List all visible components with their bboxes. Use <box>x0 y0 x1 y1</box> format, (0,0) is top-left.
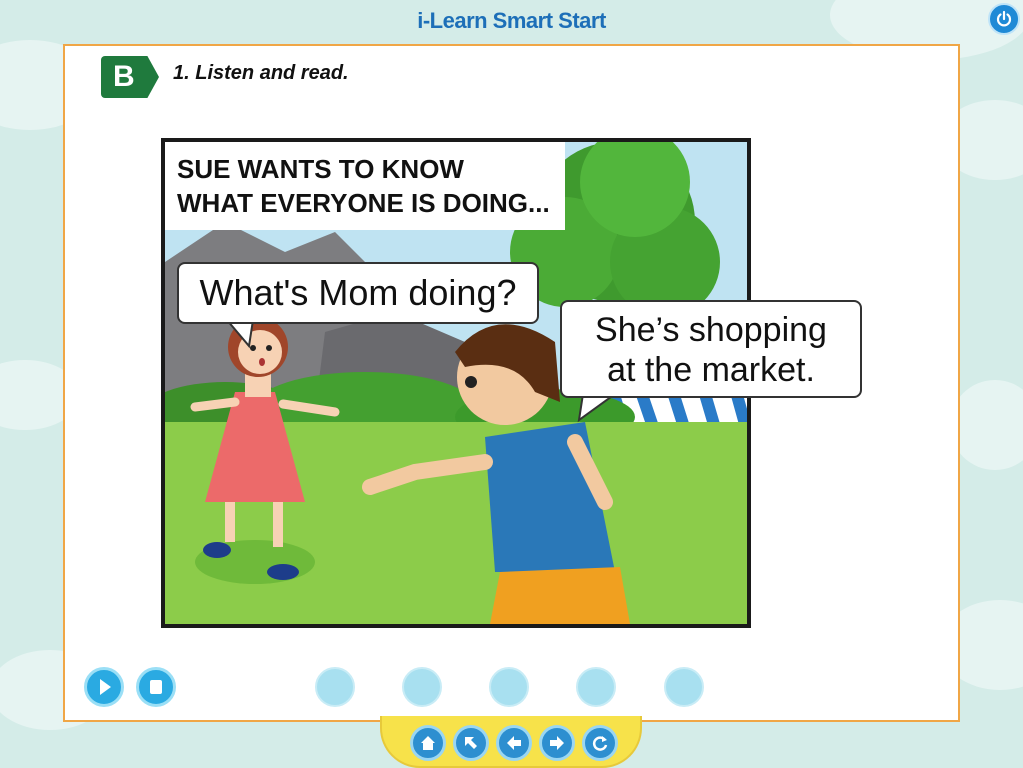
arrow-left-icon <box>507 736 521 750</box>
arrow-right-icon <box>550 736 564 750</box>
bubble-tail-girl <box>225 320 255 349</box>
home-button[interactable] <box>410 725 446 761</box>
back-to-menu-button[interactable] <box>453 725 489 761</box>
app-title: i-Learn Smart Start <box>417 8 606 33</box>
previous-button[interactable] <box>496 725 532 761</box>
speech-bubble-boy[interactable]: She’s shopping at the market. <box>560 300 862 398</box>
stop-icon <box>150 680 162 694</box>
activity-panel: B 1. Listen and read. SUE WANTS TO KNOW … <box>63 44 960 722</box>
instruction-text: 1. Listen and read. <box>173 62 349 84</box>
refresh-button[interactable] <box>582 725 618 761</box>
caption-line-1: SUE WANTS TO KNOW <box>177 154 464 184</box>
bubble-tail-boy <box>577 394 617 423</box>
page-dot-4[interactable] <box>576 667 616 707</box>
play-icon <box>100 679 111 695</box>
next-button[interactable] <box>539 725 575 761</box>
page-dot-3[interactable] <box>489 667 529 707</box>
arrow-up-left-icon <box>465 737 477 749</box>
play-audio-button[interactable] <box>84 667 124 707</box>
page-dot-2[interactable] <box>402 667 442 707</box>
page-dot-1[interactable] <box>315 667 355 707</box>
page-dot-5[interactable] <box>664 667 704 707</box>
power-icon <box>996 10 1012 27</box>
power-button[interactable] <box>988 3 1020 35</box>
speech-text-boy-line-1: She’s shopping <box>595 311 827 349</box>
speech-text-girl: What's Mom doing? <box>199 272 517 313</box>
stop-audio-button[interactable] <box>136 667 176 707</box>
section-badge: B <box>101 56 159 98</box>
home-icon <box>421 736 435 750</box>
speech-text-boy-line-2: at the market. <box>607 351 815 389</box>
caption-line-2: WHAT EVERYONE IS DOING... <box>177 188 550 218</box>
background-cloud <box>950 380 1023 470</box>
comic-caption: SUE WANTS TO KNOW WHAT EVERYONE IS DOING… <box>165 142 565 230</box>
refresh-icon <box>592 736 608 751</box>
speech-bubble-girl[interactable]: What's Mom doing? <box>177 262 539 324</box>
